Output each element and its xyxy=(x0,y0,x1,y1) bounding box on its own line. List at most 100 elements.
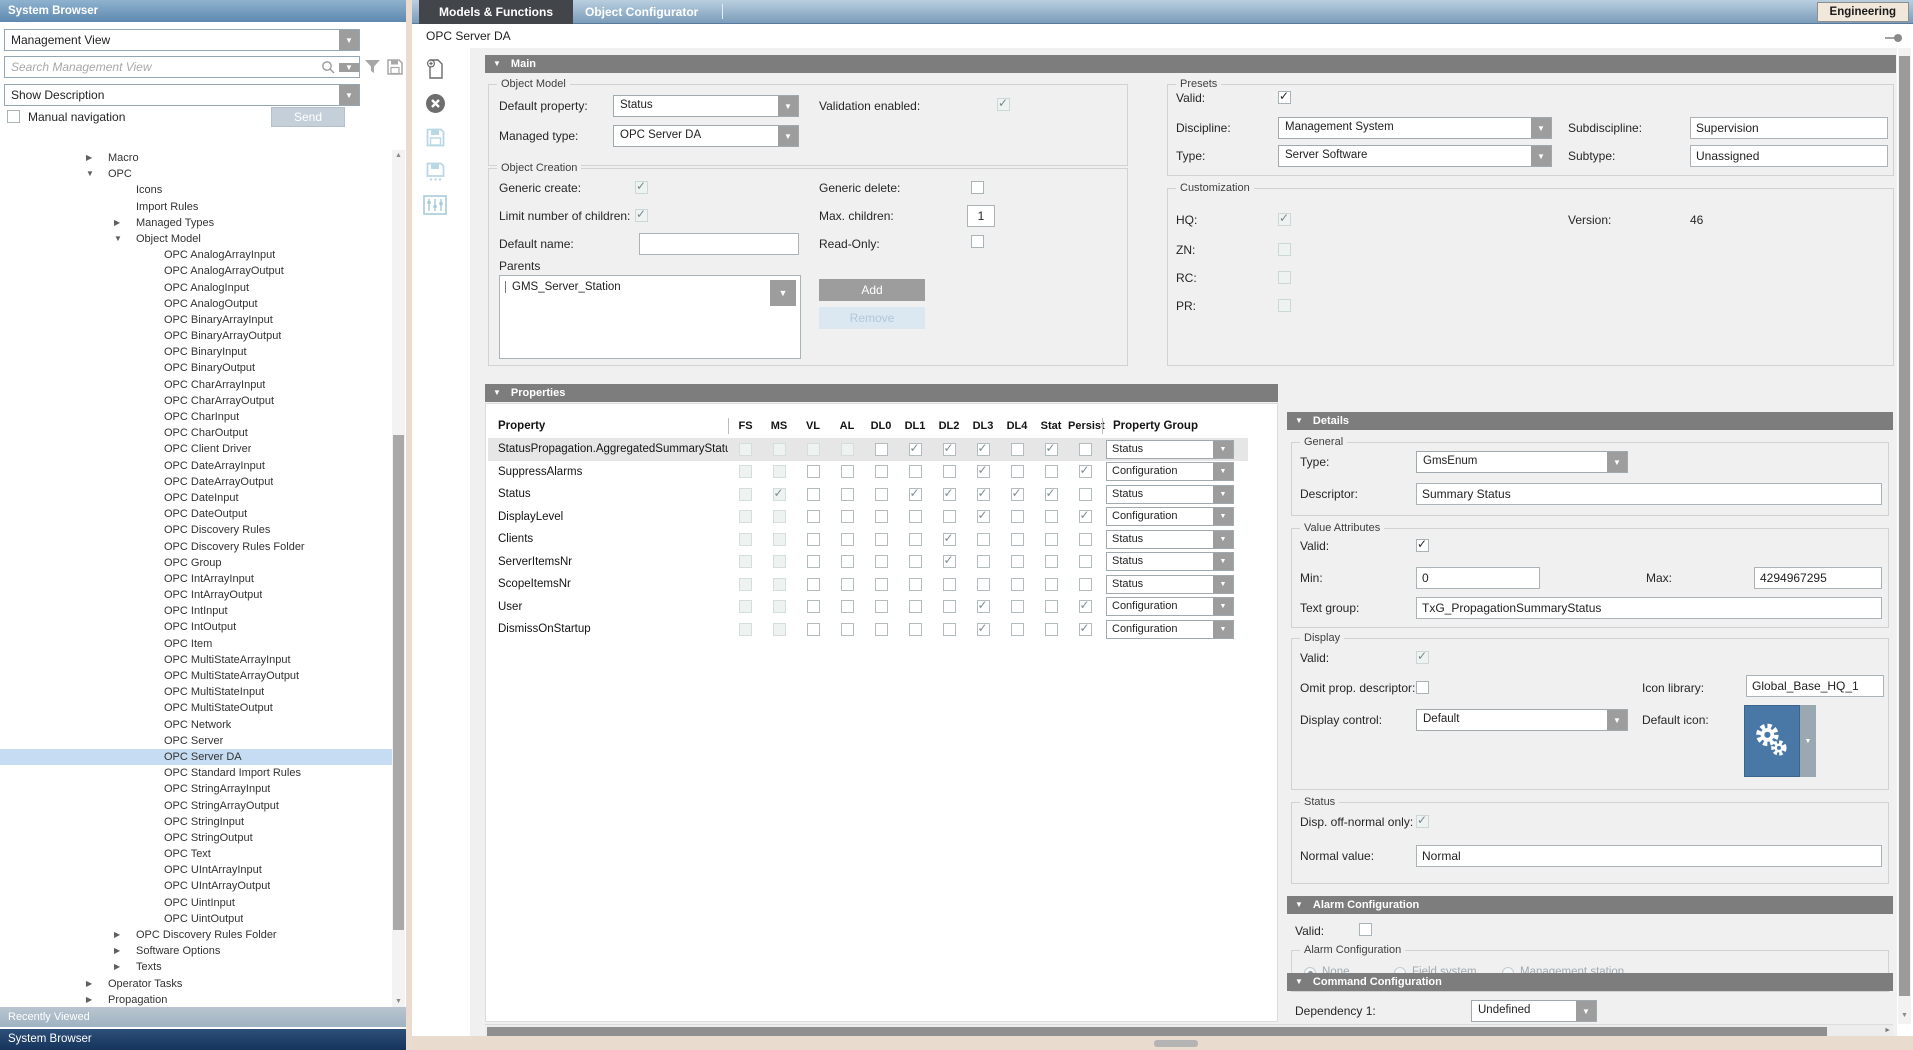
table-row-status[interactable]: StatusStatus▼ xyxy=(488,483,1248,506)
section-header-properties[interactable]: ▼Properties xyxy=(485,384,1278,402)
tree-item-opc-charinput[interactable]: OPC CharInput xyxy=(0,409,392,425)
tree-item-object-model[interactable]: ▼Object Model xyxy=(0,231,392,247)
tree-item-opc-uintarrayoutput[interactable]: OPC UIntArrayOutput xyxy=(0,878,392,894)
checkbox-al[interactable] xyxy=(841,533,854,546)
column-header-dl2[interactable]: DL2 xyxy=(932,420,966,432)
add-parent-button[interactable]: Add xyxy=(819,279,925,301)
checkbox-stat[interactable] xyxy=(1045,443,1058,456)
checkbox-fs[interactable] xyxy=(739,465,752,478)
checkbox-dl3[interactable] xyxy=(977,555,990,568)
checkbox-dl4[interactable] xyxy=(1011,510,1024,523)
expand-icon[interactable]: ▶ xyxy=(86,150,108,166)
property-group-select[interactable]: Status▼ xyxy=(1106,575,1234,594)
column-header-persist[interactable]: Persist xyxy=(1068,420,1102,432)
property-group-select[interactable]: Status▼ xyxy=(1106,530,1234,549)
va-valid-checkbox[interactable] xyxy=(1416,539,1429,552)
checkbox-al[interactable] xyxy=(841,555,854,568)
chevron-down-icon[interactable]: ▼ xyxy=(339,30,359,50)
remove-parent-button[interactable]: Remove xyxy=(819,307,925,329)
checkbox-dl0[interactable] xyxy=(875,555,888,568)
checkbox-ms[interactable] xyxy=(773,533,786,546)
tree-item-software-options[interactable]: ▶Software Options xyxy=(0,943,392,959)
tree-item-opc-intarrayinput[interactable]: OPC IntArrayInput xyxy=(0,571,392,587)
subtype-input[interactable] xyxy=(1690,145,1888,167)
checkbox-dl2[interactable] xyxy=(943,533,956,546)
checkbox-persist[interactable] xyxy=(1079,555,1092,568)
max-input[interactable] xyxy=(1754,567,1882,589)
hq-checkbox[interactable] xyxy=(1278,213,1291,226)
parents-list[interactable]: GMS_Server_Station ▼ xyxy=(499,275,801,359)
tree-item-opc-dateoutput[interactable]: OPC DateOutput xyxy=(0,506,392,522)
filter-icon[interactable] xyxy=(363,58,382,76)
checkbox-dl3[interactable] xyxy=(977,465,990,478)
settings-button[interactable] xyxy=(422,192,448,218)
checkbox-al[interactable] xyxy=(841,443,854,456)
checkbox-vl[interactable] xyxy=(807,443,820,456)
tree-item-import-rules[interactable]: Import Rules xyxy=(0,199,392,215)
managed-type-select[interactable]: OPC Server DA▼ xyxy=(613,125,799,147)
column-header-al[interactable]: AL xyxy=(830,420,864,432)
engineering-mode-tab[interactable]: Engineering xyxy=(1817,2,1909,22)
checkbox-dl2[interactable] xyxy=(943,465,956,478)
default-property-select[interactable]: Status▼ xyxy=(613,95,799,117)
checkbox-dl3[interactable] xyxy=(977,510,990,523)
limit-children-checkbox[interactable] xyxy=(635,209,648,222)
tab-object-configurator[interactable]: Object Configurator xyxy=(565,0,718,24)
checkbox-stat[interactable] xyxy=(1045,555,1058,568)
tree-item-opc-datearrayinput[interactable]: OPC DateArrayInput xyxy=(0,458,392,474)
checkbox-fs[interactable] xyxy=(739,510,752,523)
checkbox-fs[interactable] xyxy=(739,488,752,501)
checkbox-dl1[interactable] xyxy=(909,533,922,546)
recently-viewed-bar[interactable]: Recently Viewed xyxy=(0,1007,406,1027)
tree-item-opc-discovery-rules-folder[interactable]: ▶OPC Discovery Rules Folder xyxy=(0,927,392,943)
checkbox-vl[interactable] xyxy=(807,488,820,501)
checkbox-ms[interactable] xyxy=(773,510,786,523)
checkbox-dl1[interactable] xyxy=(909,555,922,568)
column-header-dl0[interactable]: DL0 xyxy=(864,420,898,432)
checkbox-fs[interactable] xyxy=(739,533,752,546)
checkbox-dl1[interactable] xyxy=(909,465,922,478)
tree-item-opc-intinput[interactable]: OPC IntInput xyxy=(0,603,392,619)
tree-item-opc-binaryoutput[interactable]: OPC BinaryOutput xyxy=(0,360,392,376)
expand-icon[interactable]: ▶ xyxy=(114,959,136,975)
checkbox-fs[interactable] xyxy=(739,600,752,613)
tree-scrollbar[interactable]: ▲ ▼ xyxy=(392,150,405,1008)
property-group-select[interactable]: Status▼ xyxy=(1106,552,1234,571)
tree-item-opc-dateinput[interactable]: OPC DateInput xyxy=(0,490,392,506)
checkbox-persist[interactable] xyxy=(1079,510,1092,523)
property-group-select[interactable]: Configuration▼ xyxy=(1106,597,1234,616)
type-select[interactable]: Server Software▼ xyxy=(1278,145,1552,167)
checkbox-fs[interactable] xyxy=(739,623,752,636)
property-group-select[interactable]: Configuration▼ xyxy=(1106,507,1234,526)
alarm-valid-checkbox[interactable] xyxy=(1359,923,1372,936)
scroll-right-icon[interactable]: ► xyxy=(1884,1027,1891,1034)
table-row-serveritemsnr[interactable]: ServerItemsNrStatus▼ xyxy=(488,551,1248,574)
checkbox-dl4[interactable] xyxy=(1011,600,1024,613)
table-row-clients[interactable]: ClientsStatus▼ xyxy=(488,528,1248,551)
tree-item-opc[interactable]: ▼OPC xyxy=(0,166,392,182)
tree-item-opc-charoutput[interactable]: OPC CharOutput xyxy=(0,425,392,441)
checkbox-fs[interactable] xyxy=(739,443,752,456)
tree-item-opc-server-da[interactable]: OPC Server DA xyxy=(0,749,392,765)
tree-item-icons[interactable]: Icons xyxy=(0,182,392,198)
checkbox-al[interactable] xyxy=(841,510,854,523)
min-input[interactable] xyxy=(1416,567,1540,589)
scroll-down-icon[interactable]: ▼ xyxy=(1898,1010,1911,1022)
tree-item-opc-multistatearrayoutput[interactable]: OPC MultiStateArrayOutput xyxy=(0,668,392,684)
manual-navigation-checkbox[interactable] xyxy=(7,110,20,123)
expand-icon[interactable]: ▶ xyxy=(86,992,108,1008)
checkbox-dl1[interactable] xyxy=(909,578,922,591)
property-group-select[interactable]: Configuration▼ xyxy=(1106,462,1234,481)
new-object-button[interactable] xyxy=(422,56,448,82)
description-select[interactable]: Show Description ▼ xyxy=(4,84,360,106)
section-header-command-configuration[interactable]: ▼Command Configuration xyxy=(1287,973,1893,991)
checkbox-dl0[interactable] xyxy=(875,488,888,501)
property-group-select[interactable]: Status▼ xyxy=(1106,485,1234,504)
checkbox-dl3[interactable] xyxy=(977,443,990,456)
column-header-vl[interactable]: VL xyxy=(796,420,830,432)
tree-item-opc-network[interactable]: OPC Network xyxy=(0,717,392,733)
collapse-icon[interactable]: ▼ xyxy=(86,166,108,182)
checkbox-vl[interactable] xyxy=(807,555,820,568)
table-row-dismissonstartup[interactable]: DismissOnStartupConfiguration▼ xyxy=(488,618,1248,641)
checkbox-dl2[interactable] xyxy=(943,623,956,636)
